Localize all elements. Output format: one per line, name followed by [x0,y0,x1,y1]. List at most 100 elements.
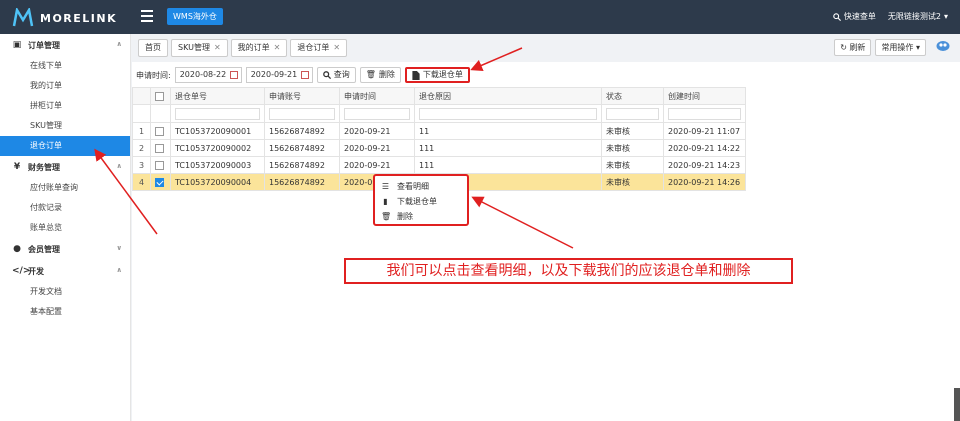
row-checkbox[interactable] [155,143,164,153]
sidebar-item-dev-docs[interactable]: 开发文档 [0,282,130,302]
close-icon[interactable]: ✕ [274,40,281,56]
row-checkbox[interactable] [155,160,164,170]
row-checkbox-cell[interactable] [150,122,171,140]
date-to-input[interactable]: 2020-09-21 [245,67,313,83]
date-label: 申请时间: [136,70,171,80]
sidebar-group-orders[interactable]: ▣ 订单管理 ∧ [0,34,130,56]
filter-cell [414,104,602,123]
row-checkbox-checked[interactable] [155,177,164,187]
col-header-reason[interactable]: 退仓原因 [414,87,602,105]
col-header-code[interactable]: 退仓单号 [170,87,265,105]
theme-eye-icon[interactable] [936,40,950,52]
col-header-created[interactable]: 创建时间 [663,87,746,105]
select-all-cell[interactable] [150,87,171,105]
common-actions-label: 常用操作 [881,43,914,52]
cell-date: 2020-09-21 [339,156,415,174]
col-header-status[interactable]: 状态 [601,87,664,105]
row-checkbox[interactable] [155,126,164,136]
sidebar-group-dev[interactable]: </> 开发 ∧ [0,260,130,282]
ctx-download-return[interactable]: ▮ 下载退仓单 [375,194,467,209]
cell-reason: 111 [414,139,602,157]
refresh-label: 刷新 [849,43,866,52]
cell-status: 未审核 [601,139,664,157]
filter-status-input[interactable] [606,107,659,120]
cell-code: TC1053720090001 [170,122,265,140]
sidebar-item-bill-overview[interactable]: 账单总览 [0,218,130,238]
row-checkbox-cell[interactable] [150,173,171,191]
delete-button[interactable]: 🗑 删除 [359,67,401,83]
ctx-delete[interactable]: 🗑 删除 [375,209,467,224]
sidebar-group-finance[interactable]: ¥ 财务管理 ∧ [0,156,130,178]
list-icon: ☰ [381,182,390,191]
tab-sku[interactable]: SKU管理 ✕ [171,39,228,57]
col-header-account[interactable]: 申请账号 [264,87,340,105]
sidebar-item-basic-config[interactable]: 基本配置 [0,302,130,322]
group-label: 订单管理 [28,40,60,50]
tab-return-orders[interactable]: 退仓订单 ✕ [290,39,348,57]
col-header-date[interactable]: 申请时间 [339,87,415,105]
sidebar-item-consolidation[interactable]: 拼柜订单 [0,96,130,116]
filter-cell [170,104,265,123]
close-icon[interactable]: ✕ [214,40,221,56]
cell-status: 未审核 [601,156,664,174]
cell-created: 2020-09-21 11:07 [663,122,746,140]
sidebar-item-return-orders[interactable]: 退仓订单 [0,136,130,156]
delete-label: 删除 [378,70,395,79]
caret-down-icon: ▾ [943,12,948,21]
sidebar-group-members[interactable]: ● 会员管理 ∨ [0,238,130,260]
date-from-value: 2020-08-22 [179,70,227,79]
cell-created: 2020-09-21 14:23 [663,156,746,174]
sidebar-item-online-order[interactable]: 在线下单 [0,56,130,76]
chevron-up-icon: ∧ [116,266,122,274]
chevron-down-icon: ∨ [116,244,122,252]
select-all-checkbox[interactable] [155,91,164,101]
menu-toggle-icon[interactable] [141,10,153,22]
cell-status: 未审核 [601,122,664,140]
main-content: 申请时间: 2020-08-22 2020-09-21 查询 🗑 删除 下载退仓… [132,62,960,421]
logo-text: MORELINK [40,11,118,25]
cell-account: 15626874892 [264,156,340,174]
tab-label: SKU管理 [178,43,210,52]
filter-code-input[interactable] [175,107,260,120]
chevron-up-icon: ∧ [116,40,122,48]
sidebar-item-payments[interactable]: 付款记录 [0,198,130,218]
sidebar-item-payables[interactable]: 应付账单查询 [0,178,130,198]
row-number: 4 [132,173,151,191]
sidebar-item-sku[interactable]: SKU管理 [0,116,130,136]
ctx-view-detail[interactable]: ☰ 查看明细 [375,179,467,194]
ctx-label: 查看明细 [397,182,429,191]
tab-label: 退仓订单 [297,43,330,52]
row-checkbox-cell[interactable] [150,156,171,174]
filter-created-input[interactable] [668,107,741,120]
tab-my-orders[interactable]: 我的订单 ✕ [230,39,288,57]
common-actions-button[interactable]: 常用操作 ▾ [875,39,926,56]
table-row[interactable]: 1 TC1053720090001 15626874892 2020-09-21… [132,122,746,140]
filter-date-input[interactable] [344,107,410,120]
file-icon: ▮ [383,197,388,206]
logo-icon [12,8,34,27]
refresh-button[interactable]: ↻ 刷新 [834,39,872,56]
search-icon [322,71,331,79]
cell-created: 2020-09-21 14:26 [663,173,746,191]
download-return-button[interactable]: 下载退仓单 [404,67,470,83]
close-icon[interactable]: ✕ [333,40,340,56]
group-label: 财务管理 [28,162,60,172]
date-from-input[interactable]: 2020-08-22 [174,67,242,83]
search-button[interactable]: 查询 [316,67,356,83]
file-download-icon [412,70,420,80]
warehouse-button[interactable]: WMS海外仓 [167,8,223,25]
cell-account: 15626874892 [264,173,340,191]
filter-reason-input[interactable] [419,107,597,120]
tab-label: 我的订单 [237,43,270,52]
caret-down-icon: ▾ [915,43,920,52]
user-menu[interactable]: 无限链接测试2 ▾ [888,11,948,22]
scrollbar[interactable] [954,388,960,421]
table-row[interactable]: 2 TC1053720090002 15626874892 2020-09-21… [132,139,746,157]
quick-search-link[interactable]: 快速查单 [833,11,876,22]
row-checkbox-cell[interactable] [150,139,171,157]
filter-account-input[interactable] [269,107,335,120]
tab-home[interactable]: 首页 [138,39,168,57]
sidebar-item-my-orders[interactable]: 我的订单 [0,76,130,96]
table-row[interactable]: 3 TC1053720090003 15626874892 2020-09-21… [132,156,746,174]
quick-search-label: 快速查单 [843,12,876,21]
